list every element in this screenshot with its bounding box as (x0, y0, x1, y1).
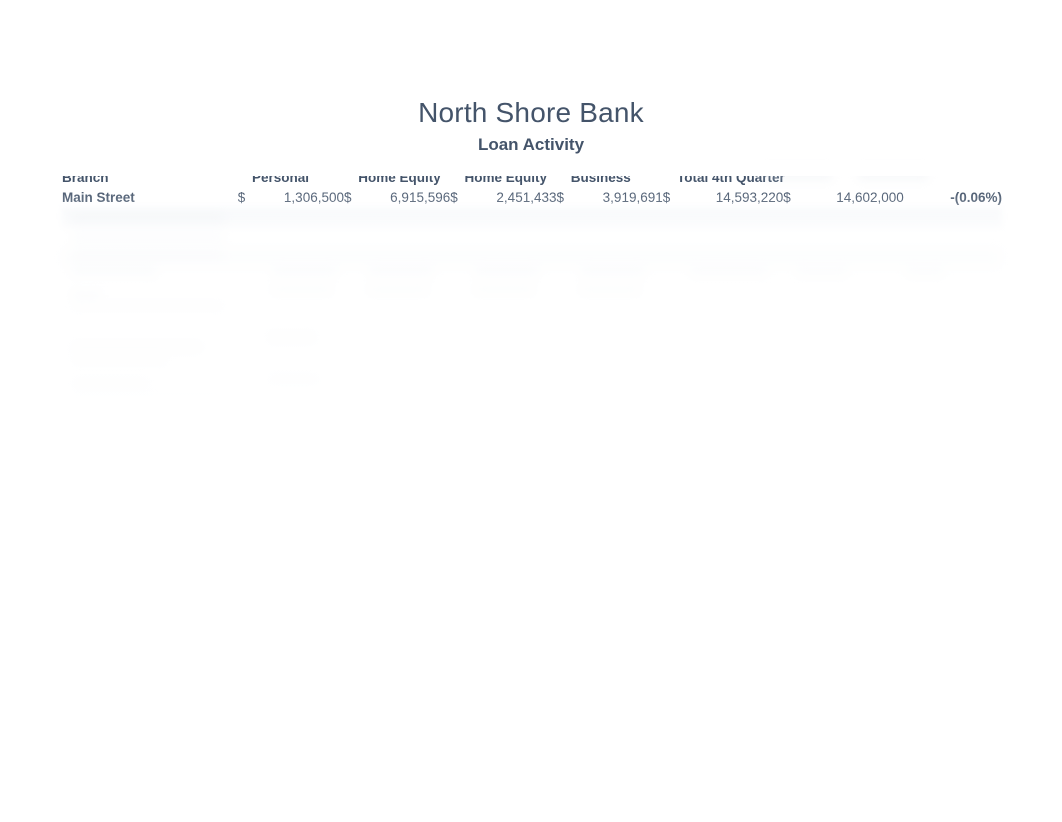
currency-symbol (343, 248, 359, 268)
currency-symbol (783, 228, 797, 248)
cell-home-equity-1: 6,915,596 (390, 190, 451, 205)
dissolved-row-remnant (72, 214, 224, 225)
currency-symbol (556, 248, 571, 268)
dissolved-row-remnant (72, 378, 150, 389)
column-header-branch[interactable]: Branch (62, 168, 238, 188)
cell-home-equity-1 (358, 208, 451, 228)
cell-col7 (797, 208, 904, 228)
currency-symbol (344, 228, 358, 248)
dissolved-row-remnant (72, 266, 156, 277)
cell-variance-percent: -(0.06%) (950, 190, 1002, 205)
cell-total-4th-quarter (677, 208, 784, 228)
title-block: North Shore Bank Loan Activity (0, 96, 1062, 156)
dissolved-row-remnant (268, 374, 320, 385)
cell-col7 (797, 248, 904, 268)
currency-symbol (783, 248, 798, 268)
cell-total-4th-quarter (677, 248, 784, 268)
column-header-home-equity-2[interactable]: Home Equity (465, 168, 557, 188)
dissolved-row-remnant (580, 266, 646, 277)
dissolved-row-remnant (72, 302, 224, 311)
dissolved-row-remnant (474, 284, 534, 295)
currency-symbol (450, 248, 465, 268)
dissolved-row-remnant (368, 284, 428, 295)
currency-symbol (662, 208, 678, 228)
dissolved-row-remnant (368, 266, 434, 277)
cell-business (571, 228, 663, 248)
cell-personal (252, 208, 344, 228)
cell-home-equity-1 (358, 248, 451, 268)
currency-symbol: $ (450, 190, 458, 205)
cell-home-equity-2: 2,451,433 (496, 190, 557, 205)
dissolved-row-remnant (72, 356, 168, 366)
currency-symbol: $ (237, 190, 246, 205)
cell-home-equity-2 (464, 248, 557, 268)
cell-business: 3,919,691 (602, 190, 663, 205)
currency-symbol (450, 228, 464, 248)
currency-symbol: $ (783, 190, 791, 205)
dissolved-row-remnant (72, 232, 224, 243)
cell-personal (252, 228, 344, 248)
cell-personal (252, 248, 344, 268)
currency-symbol: $ (556, 190, 564, 205)
cell-variance-percent (903, 208, 1002, 228)
document-subtitle: Loan Activity (477, 135, 585, 154)
cell-business (570, 208, 663, 228)
currency-symbol (662, 248, 678, 268)
dissolved-row-remnant (72, 250, 224, 261)
cell-total-4th-quarter: 14,593,220 (715, 190, 784, 205)
currency-symbol (556, 208, 571, 228)
currency-symbol (343, 208, 359, 228)
document-title: North Shore Bank (418, 97, 644, 128)
cell-business (570, 248, 663, 268)
cell-total-4th-quarter (677, 228, 783, 248)
column-header-business[interactable]: Business (571, 168, 663, 188)
dissolved-row-remnant (796, 266, 848, 277)
cell-personal: 1,306,500 (283, 190, 344, 205)
currency-symbol (237, 208, 253, 228)
dissolved-row-remnant (906, 266, 944, 277)
table-row[interactable]: Main Street $ 1,306,500 $ 6,915,596 $ 2,… (62, 188, 1002, 208)
dissolved-row-remnant (72, 342, 202, 353)
cell-home-equity-2 (464, 208, 557, 228)
column-header-home-equity-1[interactable]: Home Equity (358, 168, 450, 188)
dissolved-row-remnant (690, 266, 768, 277)
dissolved-row-remnant (474, 266, 540, 277)
currency-symbol (783, 208, 798, 228)
column-header-personal[interactable]: Personal (252, 168, 344, 188)
dissolved-row-remnant (72, 390, 224, 398)
cell-home-equity-2 (465, 228, 557, 248)
currency-symbol (238, 228, 252, 248)
faded-column-header-remnant (762, 168, 832, 180)
cell-branch: Main Street (62, 190, 135, 205)
document-page: North Shore Bank Loan Activity Branch Pe… (0, 0, 1062, 822)
dissolved-row-remnant (580, 284, 640, 295)
currency-symbol: $ (343, 190, 352, 205)
dissolved-row-remnant (272, 284, 332, 295)
cell-variance-percent (903, 248, 1002, 268)
currency-symbol (556, 228, 570, 248)
cell-home-equity-1 (358, 228, 450, 248)
currency-symbol (663, 228, 677, 248)
cell-variance-percent (904, 228, 1002, 248)
faded-column-header-remnant (858, 168, 928, 180)
dissolved-row-remnant (72, 290, 100, 301)
dissolved-row-remnant (268, 332, 316, 343)
cell-col7: 14,602,000 (836, 190, 904, 205)
currency-symbol (237, 248, 253, 268)
currency-symbol (450, 208, 465, 228)
dissolved-row-remnant (272, 266, 338, 277)
currency-symbol: $ (662, 190, 671, 205)
cell-col7 (798, 228, 904, 248)
